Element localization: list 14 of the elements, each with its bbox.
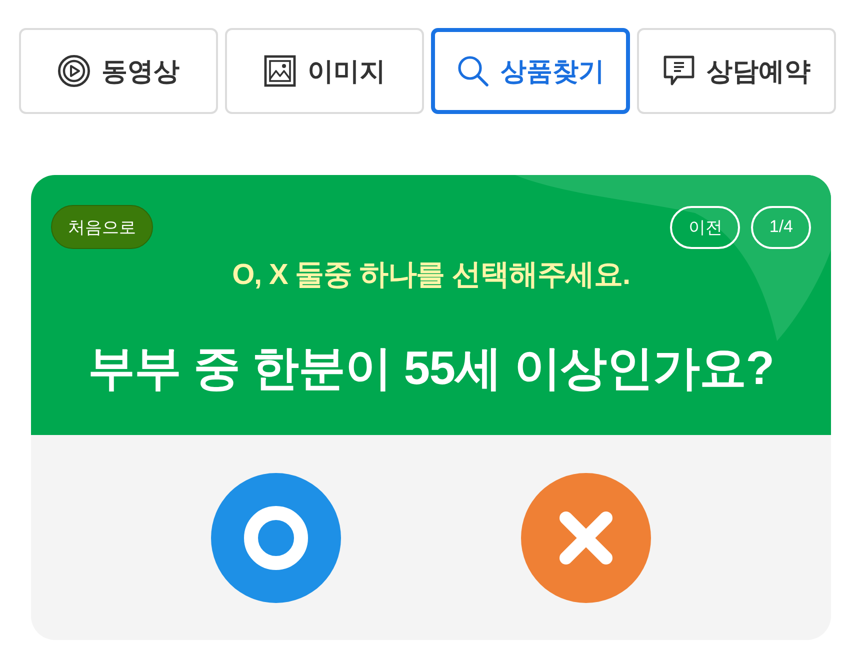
cross-icon [559,510,613,564]
instruction-text: O, X 둘중 하나를 선택해주세요. [232,259,630,291]
speech-bubble-icon [662,55,694,87]
progress-indicator: 1/4 [751,206,811,248]
tab[interactable]: 상품찾기 [431,28,630,114]
tab[interactable]: 이미지 [225,28,424,114]
search-icon [456,55,488,87]
ring-icon [244,506,308,570]
play-icon [58,55,90,87]
tab[interactable]: 동영상 [19,28,218,114]
tab[interactable]: 상담예약 [637,28,836,114]
restart-button[interactable]: 처음으로 [51,205,153,249]
question-text: 부부 중 한분이 55세 이상인가요? [88,341,774,395]
image-icon [264,55,296,87]
